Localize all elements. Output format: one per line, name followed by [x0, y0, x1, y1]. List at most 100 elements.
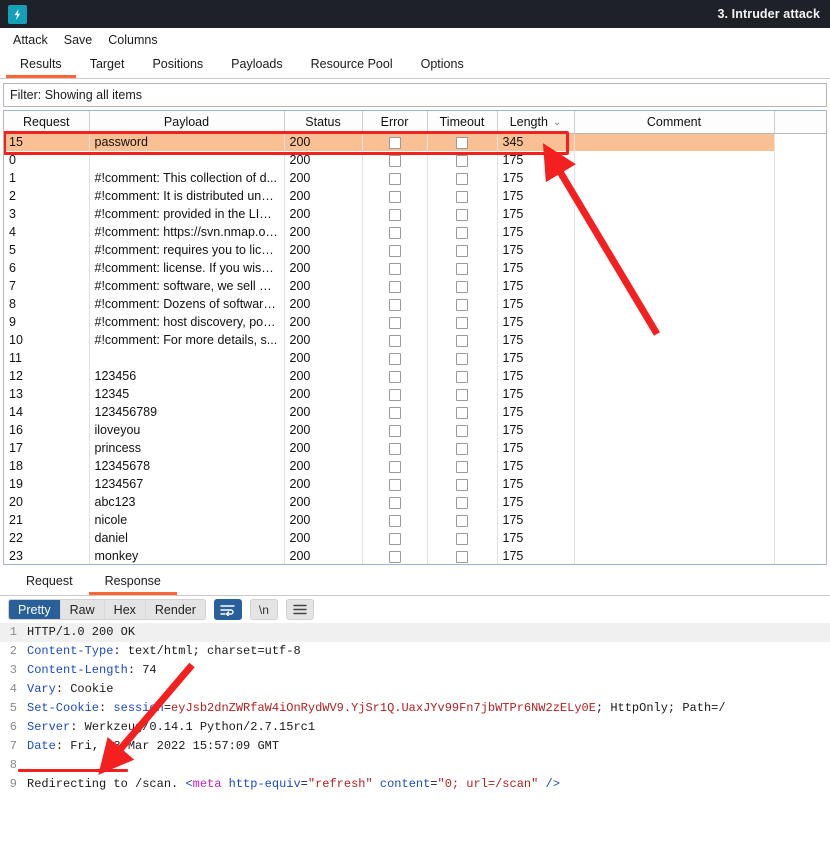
cell-error-checkbox[interactable] — [362, 529, 428, 547]
cell-timeout-checkbox[interactable] — [427, 241, 498, 259]
tab-options[interactable]: Options — [407, 52, 478, 78]
checkbox-icon[interactable] — [388, 136, 401, 149]
column-header-error[interactable]: Error — [362, 111, 428, 134]
cell-error-checkbox[interactable] — [362, 349, 428, 367]
checkbox-icon[interactable] — [388, 406, 401, 419]
table-row[interactable]: 17 princess 200 175 — [4, 439, 826, 457]
table-row[interactable]: 18 12345678 200 175 — [4, 457, 826, 475]
checkbox-icon[interactable] — [388, 370, 401, 383]
checkbox-icon[interactable] — [388, 334, 401, 347]
checkbox-icon[interactable] — [456, 352, 468, 365]
checkbox-icon[interactable] — [456, 514, 468, 527]
checkbox-icon[interactable] — [456, 244, 468, 257]
checkbox-icon[interactable] — [388, 514, 401, 527]
checkbox-icon[interactable] — [456, 298, 468, 311]
table-row[interactable]: 9 #!comment: host discovery, port... 200 17… — [4, 313, 826, 331]
cell-error-checkbox[interactable] — [362, 439, 428, 457]
checkbox-icon[interactable] — [388, 190, 401, 203]
cell-timeout-checkbox[interactable] — [427, 277, 498, 295]
checkbox-icon[interactable] — [456, 334, 468, 347]
checkbox-icon[interactable] — [456, 442, 468, 455]
cell-timeout-checkbox[interactable] — [427, 475, 498, 493]
checkbox-icon[interactable] — [388, 424, 401, 437]
column-header-length[interactable]: Length ⌄ — [497, 111, 575, 134]
cell-timeout-checkbox[interactable] — [427, 439, 498, 457]
table-row[interactable]: 14 123456789 200 175 — [4, 403, 826, 421]
column-header-request[interactable]: Request — [4, 111, 90, 134]
menu-item-save[interactable]: Save — [57, 31, 100, 49]
tab-target[interactable]: Target — [76, 52, 139, 78]
cell-timeout-checkbox[interactable] — [427, 403, 498, 421]
table-row[interactable]: 15 password 200 345 — [4, 133, 826, 151]
checkbox-icon[interactable] — [456, 388, 468, 401]
cell-timeout-checkbox[interactable] — [427, 223, 498, 241]
checkbox-icon[interactable] — [456, 550, 468, 563]
tab-resource-pool[interactable]: Resource Pool — [297, 52, 407, 78]
cell-timeout-checkbox[interactable] — [427, 385, 498, 403]
table-row[interactable]: 11 200 175 — [4, 349, 826, 367]
checkbox-icon[interactable] — [388, 478, 401, 491]
cell-error-checkbox[interactable] — [362, 493, 428, 511]
checkbox-icon[interactable] — [388, 172, 401, 185]
checkbox-icon[interactable] — [388, 244, 401, 257]
table-row[interactable]: 5 #!comment: requires you to lice... 200 17… — [4, 241, 826, 259]
table-row[interactable]: 7 #!comment: software, we sell al... 200 17… — [4, 277, 826, 295]
tab-request[interactable]: Request — [10, 569, 89, 595]
menu-item-attack[interactable]: Attack — [6, 31, 55, 49]
tab-payloads[interactable]: Payloads — [217, 52, 296, 78]
cell-error-checkbox[interactable] — [362, 511, 428, 529]
checkbox-icon[interactable] — [456, 460, 468, 473]
checkbox-icon[interactable] — [388, 442, 401, 455]
checkbox-icon[interactable] — [388, 388, 401, 401]
view-mode-render[interactable]: Render — [145, 600, 205, 619]
table-row[interactable]: 13 12345 200 175 — [4, 385, 826, 403]
checkbox-icon[interactable] — [456, 208, 468, 221]
table-row[interactable]: 12 123456 200 175 — [4, 367, 826, 385]
cell-timeout-checkbox[interactable] — [427, 187, 498, 205]
checkbox-icon[interactable] — [456, 226, 468, 239]
checkbox-icon[interactable] — [456, 496, 468, 509]
checkbox-icon[interactable] — [388, 532, 401, 545]
newline-icon[interactable]: \n — [249, 599, 278, 620]
checkbox-icon[interactable] — [388, 460, 401, 473]
cell-timeout-checkbox[interactable] — [427, 331, 498, 349]
cell-error-checkbox[interactable] — [362, 421, 428, 439]
checkbox-icon[interactable] — [456, 532, 468, 545]
checkbox-icon[interactable] — [388, 352, 401, 365]
checkbox-icon[interactable] — [388, 262, 401, 275]
checkbox-icon[interactable] — [388, 154, 401, 167]
cell-error-checkbox[interactable] — [362, 205, 428, 223]
table-row[interactable]: 16 iloveyou 200 175 — [4, 421, 826, 439]
cell-timeout-checkbox[interactable] — [427, 421, 498, 439]
checkbox-icon[interactable] — [456, 280, 468, 293]
cell-timeout-checkbox[interactable] — [427, 313, 498, 331]
column-header-status[interactable]: Status — [284, 111, 363, 134]
checkbox-icon[interactable] — [456, 190, 468, 203]
filter-bar[interactable]: Filter: Showing all items — [3, 83, 827, 107]
cell-timeout-checkbox[interactable] — [427, 349, 498, 367]
checkbox-icon[interactable] — [388, 316, 401, 329]
cell-error-checkbox[interactable] — [362, 187, 428, 205]
cell-error-checkbox[interactable] — [362, 133, 428, 151]
table-row[interactable]: 23 monkey 200 175 — [4, 547, 826, 564]
checkbox-icon[interactable] — [456, 478, 468, 491]
cell-error-checkbox[interactable] — [362, 367, 428, 385]
checkbox-icon[interactable] — [456, 370, 468, 383]
cell-error-checkbox[interactable] — [362, 313, 428, 331]
cell-timeout-checkbox[interactable] — [427, 547, 498, 564]
table-row[interactable]: 6 #!comment: license. If you wish ... 200 1… — [4, 259, 826, 277]
cell-timeout-checkbox[interactable] — [427, 367, 498, 385]
checkbox-icon[interactable] — [388, 208, 401, 221]
cell-error-checkbox[interactable] — [362, 547, 428, 564]
view-mode-pretty[interactable]: Pretty — [9, 600, 61, 619]
checkbox-icon[interactable] — [388, 298, 401, 311]
checkbox-icon[interactable] — [456, 262, 468, 275]
column-header-timeout[interactable]: Timeout — [427, 111, 498, 134]
hamburger-menu-icon[interactable] — [285, 599, 314, 620]
cell-timeout-checkbox[interactable] — [427, 151, 498, 169]
table-row[interactable]: 21 nicole 200 175 — [4, 511, 826, 529]
cell-error-checkbox[interactable] — [362, 295, 428, 313]
cell-timeout-checkbox[interactable] — [427, 169, 498, 187]
checkbox-icon[interactable] — [456, 424, 468, 437]
checkbox-icon[interactable] — [456, 172, 468, 185]
